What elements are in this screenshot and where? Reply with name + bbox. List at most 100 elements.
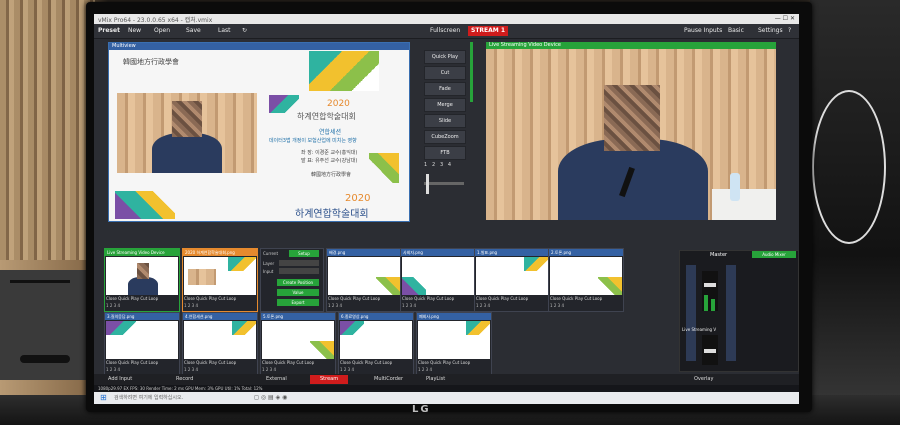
input-11-name: 6.종료영상.png (339, 313, 413, 320)
input-1-controls[interactable]: Close Quick Play Cut Loop (106, 296, 178, 302)
input-2-name: 2020 하계연합학술대회.png (183, 249, 257, 256)
input-7-numbers[interactable]: 1 2 3 4 (550, 303, 622, 309)
input-5-thumbnail (402, 257, 474, 295)
channel-fader[interactable] (704, 349, 716, 353)
transition-4[interactable]: 4 (448, 162, 451, 168)
stream-status-badge[interactable]: STREAM 1 (468, 26, 509, 36)
windows-start-icon[interactable]: ⊞ (100, 393, 107, 402)
input-6-thumbnail (476, 257, 548, 295)
fullscreen-button[interactable]: Fullscreen (430, 26, 460, 36)
slide-button[interactable]: Slide (424, 114, 466, 128)
transition-1[interactable]: 1 (424, 162, 427, 168)
multicorder-button[interactable]: MultiCorder (374, 375, 403, 384)
last-button[interactable]: Last (218, 26, 231, 36)
save-button[interactable]: Save (186, 26, 201, 36)
input-12-thumbnail (418, 321, 490, 359)
preview-header: Multiview (109, 43, 409, 50)
input-tile-4[interactable]: 배경.png Close Quick Play Cut Loop 1 2 3 4 (326, 248, 402, 312)
input-8-controls[interactable]: Close Quick Play Cut Loop (106, 360, 178, 366)
input-10-controls[interactable]: Close Quick Play Cut Loop (262, 360, 334, 366)
input-tile-11[interactable]: 6.종료영상.png Close Quick Play Cut Loop 1 2… (338, 312, 414, 376)
thumb-shapes (106, 321, 136, 335)
basic-button[interactable]: Basic (728, 26, 744, 36)
fade-button[interactable]: Fade (424, 82, 466, 96)
ftb-button[interactable]: FTB (424, 146, 466, 160)
quick-play-button[interactable]: Quick Play (424, 50, 466, 64)
input-4-numbers[interactable]: 1 2 3 4 (328, 303, 400, 309)
transition-2[interactable]: 2 (432, 162, 435, 168)
overlay-button[interactable]: Overlay (694, 375, 713, 384)
slide-event: 하계연합학술대회 (297, 112, 356, 121)
thumb-shapes (340, 321, 364, 335)
input-9-numbers[interactable]: 1 2 3 4 (184, 367, 256, 373)
input-tile-10[interactable]: 5.토론.png Close Quick Play Cut Loop 1 2 3… (260, 312, 336, 376)
input-2-controls[interactable]: Close Quick Play Cut Loop (184, 296, 256, 302)
taskbar-search[interactable]: 검색하려면 여기에 입력하십시오. (114, 394, 234, 402)
input-7-controls[interactable]: Close Quick Play Cut Loop (550, 296, 622, 302)
create-position-button[interactable]: Create Position (277, 279, 319, 286)
taskbar: ⊞ 검색하려면 여기에 입력하십시오. ◻ ◎ ▤ ◈ ◉ (94, 392, 799, 404)
audio-mixer-tab[interactable]: Audio Mixer (752, 251, 796, 258)
preset-button[interactable]: Preset (98, 26, 120, 36)
stream-button[interactable]: Stream (310, 375, 349, 384)
new-button[interactable]: New (128, 26, 141, 36)
add-input-button[interactable]: Add Input (108, 375, 132, 384)
input-11-controls[interactable]: Close Quick Play Cut Loop (340, 360, 412, 366)
input-6-numbers[interactable]: 1 2 3 4 (476, 303, 548, 309)
thumb-shapes (524, 257, 548, 271)
input-tile-9[interactable]: 4.연합세션.png Close Quick Play Cut Loop 1 2… (182, 312, 258, 376)
master-fader[interactable] (704, 283, 716, 287)
monitor-logo: LG (412, 404, 431, 415)
input-9-controls[interactable]: Close Quick Play Cut Loop (184, 360, 256, 366)
transition-3[interactable]: 3 (440, 162, 443, 168)
layer-select[interactable] (279, 260, 319, 266)
pause-inputs-button[interactable]: Pause Inputs (684, 26, 722, 36)
export-button[interactable]: Export (277, 299, 319, 306)
open-button[interactable]: Open (154, 26, 170, 36)
record-button[interactable]: Record (176, 375, 193, 384)
external-button[interactable]: External (266, 375, 287, 384)
input-tile-7[interactable]: 2.토론.png Close Quick Play Cut Loop 1 2 3… (548, 248, 624, 312)
input-2-numbers[interactable]: 1 2 3 4 (184, 303, 256, 309)
refresh-icon[interactable]: ↻ (242, 26, 247, 36)
cable (812, 90, 886, 244)
thumb-person (128, 277, 158, 295)
input-9-name: 4.연합세션.png (183, 313, 257, 320)
input-6-controls[interactable]: Close Quick Play Cut Loop (476, 296, 548, 302)
input-4-controls[interactable]: Close Quick Play Cut Loop (328, 296, 400, 302)
taskbar-app-icons[interactable]: ◻ ◎ ▤ ◈ ◉ (254, 394, 287, 401)
output-pane[interactable]: Live Streaming Video Device (486, 42, 776, 220)
input-tile-2[interactable]: 2020 하계연합학술대회.png Close Quick Play Cut L… (182, 248, 258, 312)
footer-year: 2020 (345, 193, 371, 204)
setup-button[interactable]: Setup (289, 250, 319, 257)
merge-button[interactable]: Merge (424, 98, 466, 112)
cut-button[interactable]: Cut (424, 66, 466, 80)
input-5-controls[interactable]: Close Quick Play Cut Loop (402, 296, 474, 302)
input-select[interactable] (279, 268, 319, 274)
input-4-thumbnail (328, 257, 400, 295)
input-tile-1[interactable]: Live Streaming Video Device Close Quick … (104, 248, 180, 312)
preview-pane[interactable]: Multiview 韓國地方行政學會 2020 하계연합학술대회 연합세션 데이… (108, 42, 410, 222)
input-12-controls[interactable]: Close Quick Play Cut Loop (418, 360, 490, 366)
input-8-numbers[interactable]: 1 2 3 4 (106, 367, 178, 373)
input-5-numbers[interactable]: 1 2 3 4 (402, 303, 474, 309)
input-10-numbers[interactable]: 1 2 3 4 (262, 367, 334, 373)
decorative-shapes (309, 51, 379, 91)
t-bar-handle[interactable] (426, 174, 429, 194)
input-tile-12[interactable]: 폐회사.png Close Quick Play Cut Loop 1 2 3 … (416, 312, 492, 376)
input-tile-6[interactable]: 1.발표.png Close Quick Play Cut Loop 1 2 3… (474, 248, 550, 312)
input-12-numbers[interactable]: 1 2 3 4 (418, 367, 490, 373)
input-tile-5[interactable]: 사회자.png Close Quick Play Cut Loop 1 2 3 … (400, 248, 476, 312)
window-controls[interactable]: — ☐ ✕ (775, 15, 795, 22)
cubezoom-button[interactable]: CubeZoom (424, 130, 466, 144)
input-tile-8[interactable]: 3.질의응답.png Close Quick Play Cut Loop 1 2… (104, 312, 180, 376)
input-11-numbers[interactable]: 1 2 3 4 (340, 367, 412, 373)
settings-button[interactable]: Settings (758, 26, 783, 36)
footer-title: 하계연합학술대회 (295, 209, 369, 220)
value-button[interactable]: Value (277, 289, 319, 296)
playlist-button[interactable]: PlayList (426, 375, 445, 384)
input-1-numbers[interactable]: 1 2 3 4 (106, 303, 178, 309)
connector (20, 355, 70, 363)
thumb-shapes (466, 321, 490, 335)
help-button[interactable]: ? (788, 26, 791, 36)
